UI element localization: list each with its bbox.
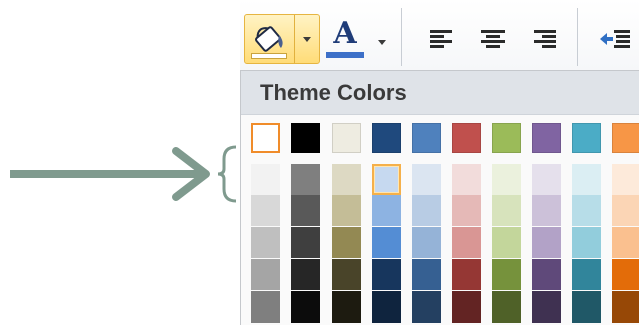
color-swatch[interactable] [452, 227, 481, 258]
color-swatch[interactable] [251, 195, 280, 226]
color-swatch[interactable] [372, 291, 401, 323]
color-swatch[interactable] [332, 123, 361, 153]
color-swatch[interactable] [452, 123, 481, 153]
color-swatch[interactable] [532, 123, 561, 153]
color-swatch[interactable] [612, 291, 639, 323]
color-swatch[interactable] [291, 195, 320, 226]
paint-bucket-icon [255, 26, 283, 52]
color-swatch[interactable] [291, 291, 320, 323]
color-swatch[interactable] [332, 291, 361, 323]
color-swatch[interactable] [291, 259, 320, 290]
align-right-icon [534, 30, 556, 48]
color-swatch[interactable] [372, 259, 401, 290]
color-swatch[interactable] [492, 164, 521, 195]
color-swatch[interactable] [412, 291, 441, 323]
align-left-icon [430, 30, 452, 48]
fill-dropdown-arrow-icon[interactable] [303, 37, 311, 42]
color-swatch[interactable] [492, 123, 521, 153]
color-swatch[interactable] [572, 164, 601, 195]
screenshot-stage: A Theme Colors [0, 0, 639, 325]
color-swatch[interactable] [612, 195, 639, 226]
color-swatch[interactable] [291, 123, 320, 153]
decrease-indent-button[interactable] [596, 22, 630, 56]
color-swatch[interactable] [412, 195, 441, 226]
color-swatch[interactable] [251, 227, 280, 258]
color-swatch[interactable] [412, 123, 441, 153]
color-swatch[interactable] [412, 227, 441, 258]
split-divider [294, 15, 295, 63]
color-swatch[interactable] [532, 164, 561, 195]
align-center-icon [481, 30, 505, 48]
color-swatch[interactable] [372, 164, 401, 195]
align-right-button[interactable] [528, 22, 562, 56]
color-swatch[interactable] [332, 227, 361, 258]
color-swatch[interactable] [251, 259, 280, 290]
color-swatch[interactable] [572, 123, 601, 153]
color-swatch[interactable] [372, 195, 401, 226]
color-swatch[interactable] [452, 164, 481, 195]
color-swatch[interactable] [572, 195, 601, 226]
align-center-button[interactable] [476, 22, 510, 56]
color-swatch[interactable] [572, 259, 601, 290]
annotation-arrow [10, 145, 237, 203]
color-swatch[interactable] [251, 123, 280, 153]
color-swatch[interactable] [532, 291, 561, 323]
color-swatch[interactable] [612, 227, 639, 258]
color-swatch[interactable] [251, 164, 280, 195]
toolbar-separator [401, 8, 402, 66]
color-swatch[interactable] [492, 259, 521, 290]
toolbar-separator [577, 8, 578, 66]
theme-colors-palette: Theme Colors [240, 70, 639, 325]
palette-title: Theme Colors [260, 80, 407, 105]
color-swatch[interactable] [612, 164, 639, 195]
color-swatch[interactable] [332, 164, 361, 195]
color-swatch[interactable] [492, 227, 521, 258]
color-swatch[interactable] [452, 259, 481, 290]
color-swatch[interactable] [572, 291, 601, 323]
color-swatch[interactable] [291, 164, 320, 195]
font-color-indicator [326, 52, 364, 58]
color-swatch[interactable] [492, 291, 521, 323]
color-swatch[interactable] [532, 227, 561, 258]
font-color-dropdown-arrow-icon[interactable] [378, 40, 386, 45]
color-swatch[interactable] [332, 195, 361, 226]
align-left-button[interactable] [424, 22, 458, 56]
font-color-icon: A [333, 16, 357, 51]
font-color-split-button[interactable]: A [322, 14, 392, 64]
color-swatch[interactable] [532, 195, 561, 226]
color-swatch[interactable] [452, 291, 481, 323]
color-swatch[interactable] [572, 227, 601, 258]
color-swatch[interactable] [612, 259, 639, 290]
color-swatch[interactable] [291, 227, 320, 258]
color-swatch[interactable] [452, 195, 481, 226]
color-swatch[interactable] [372, 123, 401, 153]
fill-color-indicator [251, 53, 287, 59]
color-swatch[interactable] [332, 259, 361, 290]
color-swatch[interactable] [492, 195, 521, 226]
color-swatch[interactable] [612, 123, 639, 153]
palette-header: Theme Colors [241, 71, 639, 115]
color-swatch[interactable] [372, 227, 401, 258]
color-swatch[interactable] [532, 259, 561, 290]
color-swatch[interactable] [412, 164, 441, 195]
fill-color-split-button[interactable] [244, 14, 320, 64]
color-swatch[interactable] [251, 291, 280, 323]
color-swatch[interactable] [412, 259, 441, 290]
decrease-indent-icon [600, 30, 630, 48]
